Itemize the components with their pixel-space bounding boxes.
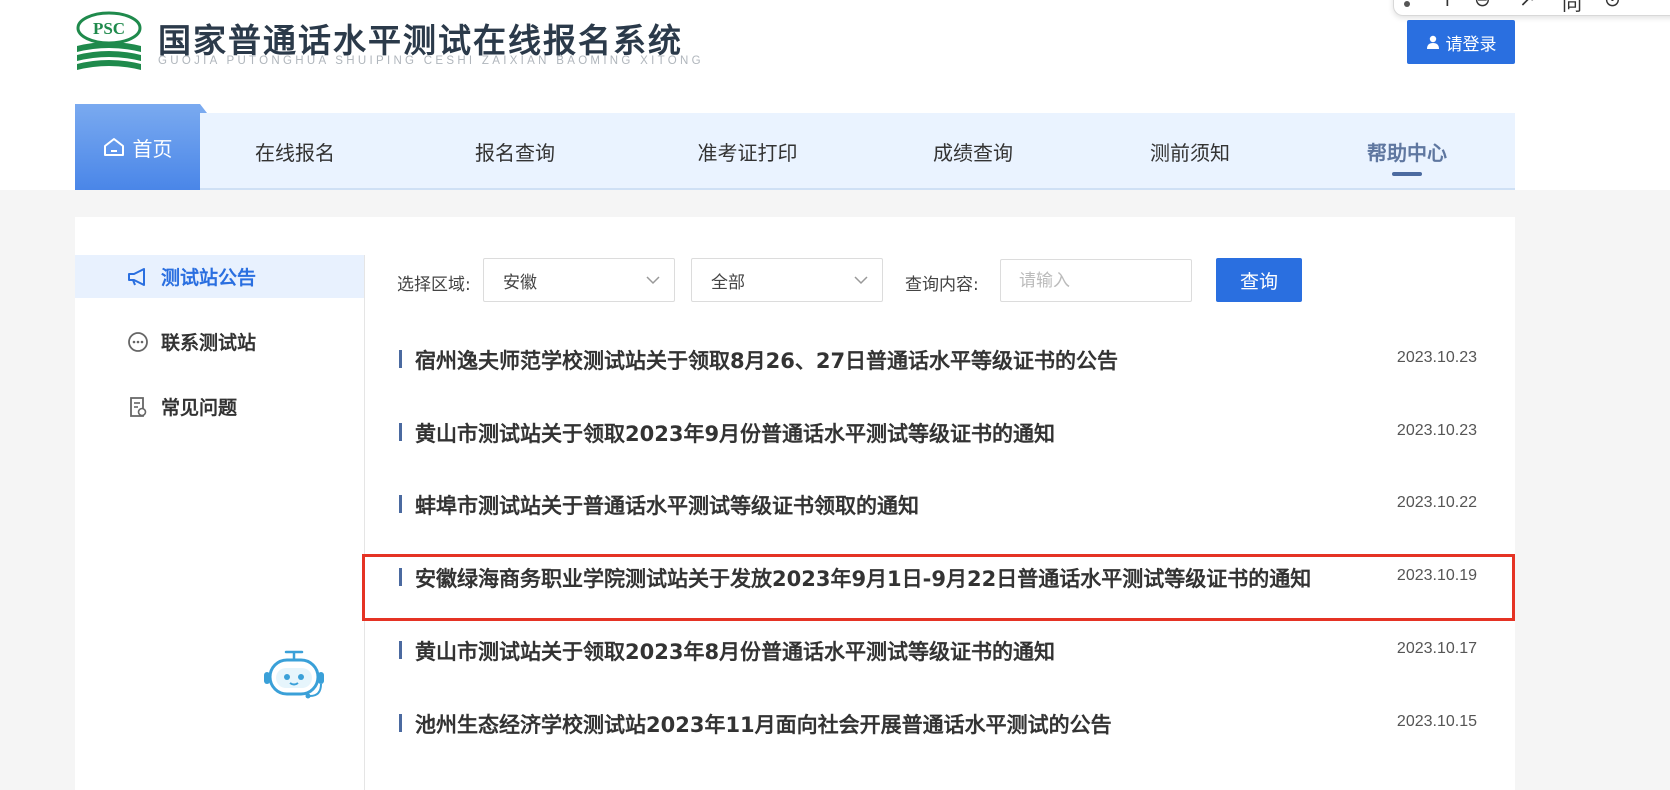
notice-bullet — [399, 495, 402, 513]
faq-document-icon — [130, 396, 147, 417]
sidebar-item-faq[interactable]: 常见问题 — [75, 385, 364, 428]
query-input[interactable] — [1000, 259, 1192, 302]
region-select[interactable]: 安徽 — [483, 258, 675, 302]
notice-date: 2023.10.22 — [1396, 494, 1477, 511]
site-subtitle: GUOJIA PUTONGHUA SHUIPING CESHI ZAIXIAN … — [158, 55, 704, 67]
notice-date: 2023.10.23 — [1396, 349, 1477, 366]
login-label: 请登录 — [1445, 34, 1497, 55]
home-icon — [103, 138, 124, 156]
region-label: 选择区域: — [397, 275, 471, 295]
category-select[interactable]: 全部 — [691, 258, 883, 302]
query-label: 查询内容: — [905, 275, 979, 295]
login-button[interactable]: 请登录 — [1407, 20, 1515, 64]
category-select-value: 全部 — [711, 272, 745, 293]
toolbar-target-icon[interactable]: ⊙ — [1604, 0, 1621, 11]
nav-item-pretest-notice[interactable]: 测前须知 — [1115, 113, 1265, 190]
chevron-down-icon — [854, 276, 868, 285]
notice-title[interactable]: 池州生态经济学校测试站2023年11月面向社会开展普通话水平测试的公告 — [415, 709, 1112, 739]
notice-title[interactable]: 黄山市测试站关于领取2023年8月份普通话水平测试等级证书的通知 — [415, 636, 1055, 666]
nav-item-score-query[interactable]: 成绩查询 — [898, 113, 1048, 190]
notice-item[interactable]: 池州生态经济学校测试站2023年11月面向社会开展普通话水平测试的公告 2023… — [397, 704, 1477, 744]
highlighted-notice-box — [362, 554, 1515, 621]
sidebar-item-contact-station[interactable]: 联系测试站 — [75, 320, 364, 363]
megaphone-icon — [128, 267, 145, 286]
chat-icon — [128, 331, 148, 352]
nav-item-help-center[interactable]: 帮助中心 — [1332, 113, 1482, 190]
sidebar-item-label: 常见问题 — [161, 397, 238, 419]
nav-active-underline — [1392, 172, 1422, 176]
notice-bullet — [399, 641, 402, 659]
toolbar-sync-icon[interactable]: 同 — [1562, 0, 1582, 16]
nav-home-label: 首页 — [132, 136, 173, 161]
notice-date: 2023.10.23 — [1396, 422, 1477, 439]
notice-title[interactable]: 黄山市测试站关于领取2023年9月份普通话水平测试等级证书的通知 — [415, 418, 1055, 448]
sidebar-item-station-notices[interactable]: 测试站公告 — [75, 255, 364, 298]
svg-text:PSC: PSC — [93, 19, 125, 38]
toolbar-zoom-out-icon[interactable]: ⊖ — [1474, 0, 1491, 11]
sidebar-item-label: 测试站公告 — [161, 267, 257, 289]
notice-date: 2023.10.15 — [1396, 713, 1477, 730]
robot-assistant-icon[interactable] — [262, 648, 326, 702]
psc-logo: PSC — [76, 11, 142, 70]
notice-date: 2023.10.17 — [1396, 640, 1477, 657]
notice-item[interactable]: 蚌埠市测试站关于普通话水平测试等级证书领取的通知 2023.10.22 — [397, 485, 1477, 525]
toolbar-share-icon[interactable]: ↗ — [1519, 0, 1536, 11]
nav-item-registration-query[interactable]: 报名查询 — [440, 113, 590, 190]
notice-bullet — [399, 423, 402, 441]
toolbar-dot-icon — [1404, 1, 1410, 7]
notice-title[interactable]: 宿州逸夫师范学校测试站关于领取8月26、27日普通话水平等级证书的公告 — [415, 345, 1118, 375]
notice-item[interactable]: 黄山市测试站关于领取2023年8月份普通话水平测试等级证书的通知 2023.10… — [397, 631, 1477, 671]
floating-toolbar: ↑ ⊖ ↗ 同 ⊙ — [1393, 0, 1670, 16]
sidebar-item-label: 联系测试站 — [161, 332, 257, 354]
nav-item-online-registration[interactable]: 在线报名 — [220, 113, 370, 190]
notice-bullet — [399, 350, 402, 368]
query-button[interactable]: 查询 — [1216, 258, 1302, 302]
chevron-down-icon — [646, 276, 660, 285]
nav-item-admission-ticket[interactable]: 准考证打印 — [665, 113, 830, 190]
region-select-value: 安徽 — [503, 272, 537, 293]
notice-title[interactable]: 蚌埠市测试站关于普通话水平测试等级证书领取的通知 — [415, 490, 919, 520]
nav-item-home[interactable]: 首页 — [75, 104, 200, 190]
sidebar-divider — [364, 255, 365, 790]
toolbar-up-icon[interactable]: ↑ — [1439, 0, 1456, 11]
notice-item[interactable]: 黄山市测试站关于领取2023年9月份普通话水平测试等级证书的通知 2023.10… — [397, 413, 1477, 453]
notice-item[interactable]: 宿州逸夫师范学校测试站关于领取8月26、27日普通话水平等级证书的公告 2023… — [397, 340, 1477, 380]
user-icon — [1426, 35, 1439, 49]
notice-bullet — [399, 714, 402, 732]
